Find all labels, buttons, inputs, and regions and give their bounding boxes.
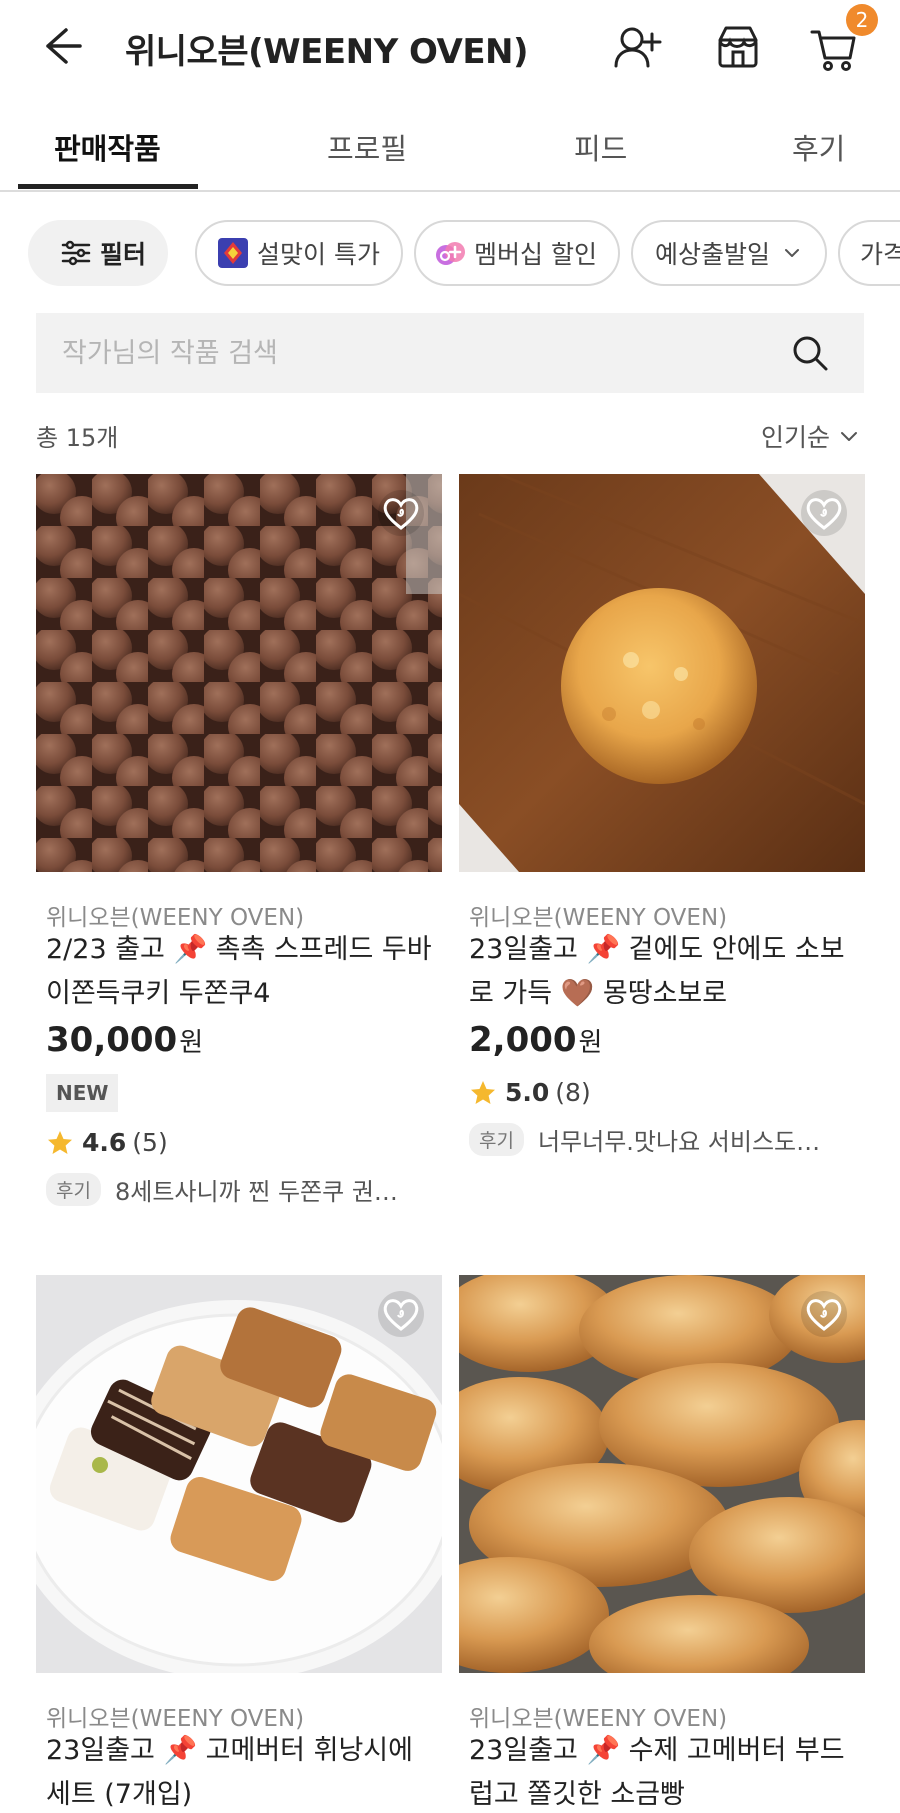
product-title[interactable]: 23일출고 📌 수제 고메버터 부드럽고 쫄깃한 소금빵 [469,1729,859,1813]
product-image-truffle-cookies[interactable] [36,474,442,872]
follow-user-icon[interactable] [612,22,664,74]
product-card[interactable]: 위니오븐(WEENY OVEN) 23일출고 📌 고메버터 휘낭시에 세트 (7… [36,1275,442,1813]
star-icon [48,1130,72,1154]
chevron-down-icon [841,432,857,441]
product-card[interactable]: 위니오븐(WEENY OVEN) 23일출고 📌 겉에도 안에도 소보로 가득 … [459,474,865,1214]
tab-feed[interactable]: 피드 [574,126,627,168]
shop-home-icon[interactable] [712,22,764,74]
review-tag: 후기 [469,1123,524,1156]
chip-price[interactable]: 가격 [838,220,900,286]
heart-icon[interactable] [799,1289,849,1339]
price-value: 30,000 [46,1020,178,1060]
seller-name: 위니오븐(WEENY OVEN) [469,1706,728,1732]
sort-label: 인기순 [760,423,830,452]
seller-name: 위니오븐(WEENY OVEN) [469,905,728,931]
review-tag: 후기 [46,1173,101,1206]
product-search-bar [36,313,864,393]
product-card[interactable]: 위니오븐(WEENY OVEN) 23일출고 📌 수제 고메버터 부드럽고 쫄깃… [459,1275,865,1813]
chip-seasonal-label: 설맞이 특가 [257,240,380,269]
price-currency: 원 [179,1028,204,1058]
membership-plus-icon [436,242,465,265]
chip-ship-date-label: 예상출발일 [655,240,771,269]
rating-count: (8) [555,1078,591,1107]
active-tab-indicator [18,184,198,189]
seller-name: 위니오븐(WEENY OVEN) [46,905,305,931]
back-arrow-icon[interactable] [40,24,84,68]
rating-score: 5.0 [505,1078,550,1107]
chip-seasonal-sale[interactable]: 설맞이 특가 [195,220,403,286]
product-price: 30,000원 [46,1020,203,1060]
seasonal-sale-icon [218,238,248,268]
rating-count: (5) [132,1128,168,1157]
chip-price-label: 가격 [860,240,900,269]
app-header: 위니오븐(WEENY OVEN) 2 [0,0,900,92]
price-currency: 원 [578,1028,603,1058]
sort-dropdown[interactable]: 인기순 [761,418,860,454]
product-rating: 4.6 (5) [46,1128,168,1157]
tab-profile[interactable]: 프로필 [327,126,407,168]
product-image-salt-bread[interactable] [459,1275,865,1673]
filter-chips: 필터 설맞이 특가 멤버십 할인 예상출발일 가격 [0,218,900,288]
chip-membership-discount[interactable]: 멤버십 할인 [414,220,620,286]
product-title[interactable]: 23일출고 📌 겉에도 안에도 소보로 가득 🤎 몽땅소보로 [469,928,859,1016]
tab-reviews[interactable]: 후기 [792,126,845,168]
shop-tabs: 판매작품 프로필 피드 후기 [0,104,900,192]
product-image-financier-set[interactable] [36,1275,442,1673]
sliders-icon [61,240,91,266]
price-value: 2,000 [469,1020,577,1060]
review-text: 너무너무.맛나요 서비스도… [537,1128,821,1156]
cart-count-badge: 2 [846,4,878,36]
chip-membership-label: 멤버십 할인 [474,240,597,269]
search-icon[interactable] [790,333,830,373]
search-input[interactable] [62,331,762,375]
star-icon [471,1080,495,1104]
product-count: 총 15개 [36,424,119,452]
review-snippet[interactable]: 후기 너무너무.맛나요 서비스도… [469,1122,859,1157]
seller-name: 위니오븐(WEENY OVEN) [46,1706,305,1732]
product-card[interactable]: 위니오븐(WEENY OVEN) 2/23 출고 📌 촉촉 스프레드 두바이쫀득… [36,474,442,1214]
chip-ship-date[interactable]: 예상출발일 [631,220,827,286]
product-price: 2,000원 [469,1020,602,1060]
review-snippet[interactable]: 후기 8세트사니까 찐 두쫀쿠 권… [46,1172,436,1207]
heart-icon[interactable] [376,488,426,538]
chevron-down-icon [785,249,800,257]
filter-label: 필터 [100,240,147,269]
heart-icon[interactable] [799,488,849,538]
product-image-soboro-bread[interactable] [459,474,865,872]
page-title: 위니오븐(WEENY OVEN) [125,32,529,72]
filter-button[interactable]: 필터 [28,220,168,286]
rating-score: 4.6 [82,1128,127,1157]
review-text: 8세트사니까 찐 두쫀쿠 권… [114,1178,398,1206]
product-title[interactable]: 2/23 출고 📌 촉촉 스프레드 두바이쫀득쿠키 두쫀쿠4 [46,928,436,1016]
product-title[interactable]: 23일출고 📌 고메버터 휘낭시에 세트 (7개입) [46,1729,436,1813]
new-badge: NEW [46,1074,119,1112]
heart-icon[interactable] [376,1289,426,1339]
product-rating: 5.0 (8) [469,1078,591,1107]
tab-products[interactable]: 판매작품 [54,126,161,168]
